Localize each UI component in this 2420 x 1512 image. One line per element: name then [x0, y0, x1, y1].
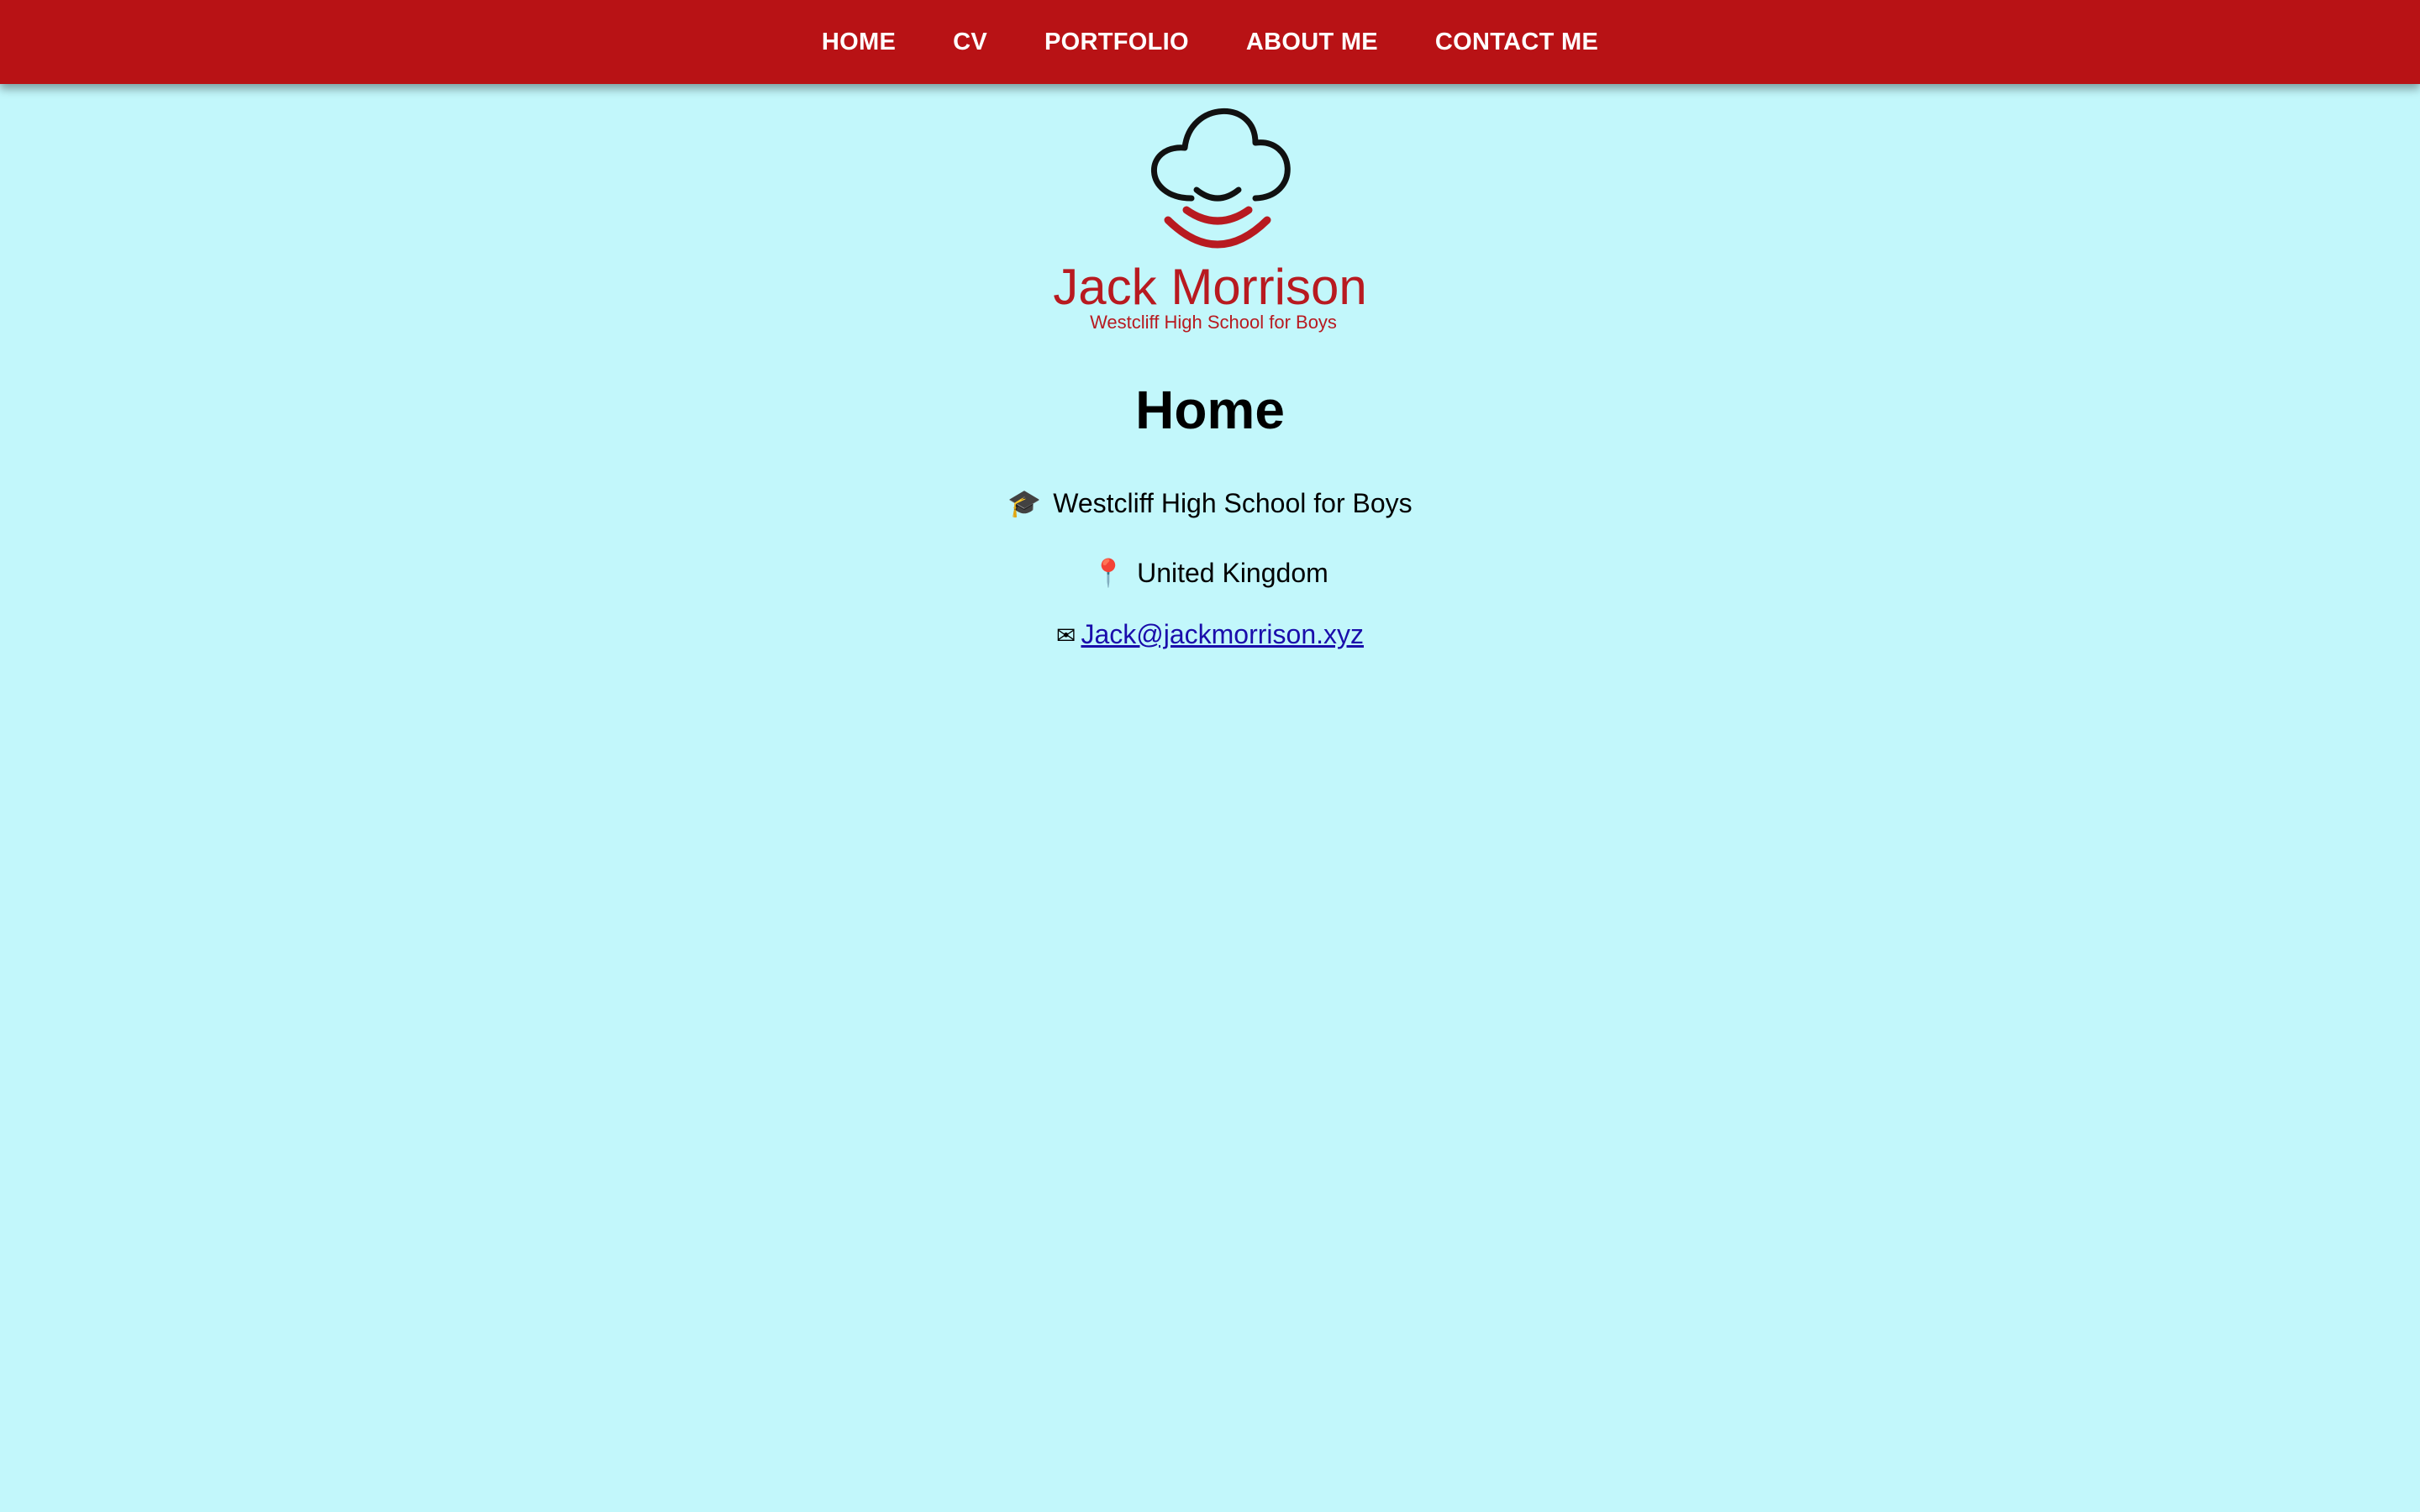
- email-info: ✉ Jack@jackmorrison.xyz: [0, 616, 2420, 654]
- location-text: United Kingdom: [1137, 558, 1328, 588]
- logo-subtitle: Westcliff High School for Boys: [1090, 312, 1337, 333]
- email-link[interactable]: Jack@jackmorrison.xyz: [1081, 619, 1364, 649]
- nav-portfolio[interactable]: PORTFOLIO: [1044, 29, 1189, 56]
- envelope-icon: ✉: [1055, 622, 1076, 648]
- school-info: 🎓 Westcliff High School for Boys: [0, 485, 2420, 522]
- pin-icon: 📍: [1092, 558, 1126, 588]
- page-title: Home: [1135, 380, 1285, 440]
- nav-contact-me[interactable]: CONTACT ME: [1435, 29, 1598, 56]
- location-info: 📍 United Kingdom: [0, 554, 2420, 591]
- nav-about-me[interactable]: ABOUT ME: [1246, 29, 1378, 56]
- nav-cv[interactable]: CV: [953, 29, 987, 56]
- school-text: Westcliff High School for Boys: [1053, 488, 1413, 518]
- top-navbar: HOME CV PORTFOLIO ABOUT ME CONTACT ME: [0, 0, 2420, 84]
- nav-home[interactable]: HOME: [822, 29, 896, 56]
- site-logo: Jack Morrison Westcliff High School for …: [1042, 92, 1378, 344]
- graduation-cap-icon: 🎓: [1007, 488, 1042, 518]
